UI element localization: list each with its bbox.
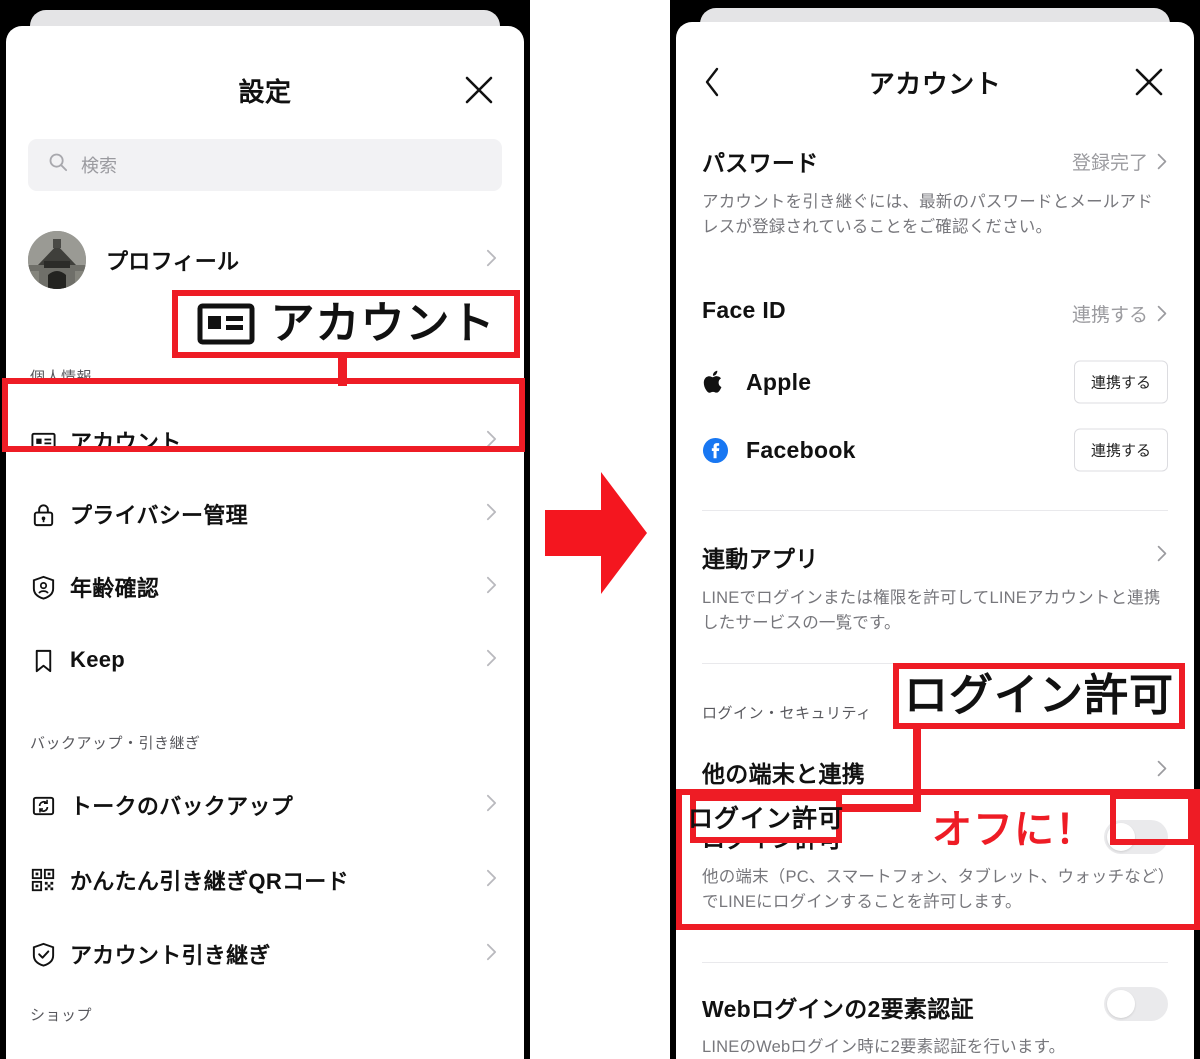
list-item-password[interactable]: パスワード 登録完了 アカウントを引き継ぐには、最新のパスワードとメールアドレス… (702, 144, 1168, 240)
screenshot-root: 設定 検索 プロフィール 個人情報 アカウント プライバシー管理 年齢確認 Ke… (0, 0, 1200, 1059)
shield-check-icon (30, 941, 70, 968)
close-icon[interactable] (1132, 65, 1166, 99)
group-label-login-security: ログイン・セキュリティ (702, 705, 872, 722)
sidebar-item-label: Keep (70, 647, 125, 672)
right-arrow-icon (543, 466, 649, 600)
sidebar-item-privacy[interactable]: プライバシー管理 (6, 487, 524, 541)
group-label-shop: ショップ (30, 1007, 93, 1024)
callout-login-permission-inline: ログイン許可 (688, 795, 845, 843)
bookmark-icon (30, 647, 70, 674)
chevron-right-icon (1156, 759, 1168, 778)
left-phone-panel: 設定 検索 プロフィール 個人情報 アカウント プライバシー管理 年齢確認 Ke… (0, 0, 530, 1059)
chevron-right-icon (485, 575, 498, 600)
chevron-right-icon (485, 868, 498, 893)
profile-label: プロフィール (106, 249, 240, 274)
linked-apps-description: LINEでログインまたは権限を許可してLINEアカウントと連携したサービスの一覧… (702, 589, 1161, 632)
web-2fa-description: LINEのWebログイン時に2要素認証を行います。 ※2要素認証が必須となるサー… (702, 1038, 1066, 1056)
callout-account: アカウント (172, 290, 520, 358)
annotation-turn-off-label: オフに！ (932, 808, 1096, 852)
face-id-status: 連携する (1072, 300, 1168, 327)
toggle-knob (1107, 990, 1135, 1018)
sidebar-item-label: トークのバックアップ (70, 794, 294, 819)
person-shield-icon (30, 574, 70, 601)
chevron-right-icon (485, 793, 498, 818)
web-2fa-title: Webログインの2要素認証 (702, 996, 974, 1022)
list-item-face-id[interactable]: Face ID 連携する (702, 297, 1168, 327)
sidebar-item-label: かんたん引き継ぎQRコード (70, 869, 349, 894)
callout-login-text: ログイン許可 (904, 671, 1174, 720)
sidebar-item-chat-backup[interactable]: トークのバックアップ (6, 778, 524, 832)
linked-apps-title: 連動アプリ (702, 546, 819, 572)
list-item-other-device[interactable]: 他の端末と連携 (702, 755, 1168, 789)
chevron-right-icon (485, 248, 498, 273)
close-icon[interactable] (462, 73, 496, 107)
annotation-connector-right-vertical (913, 722, 921, 812)
facebook-link-button[interactable]: 連携する (1073, 428, 1168, 472)
password-title: パスワード (702, 150, 819, 176)
search-icon (48, 152, 69, 178)
sidebar-item-account-transfer[interactable]: アカウント引き継ぎ (6, 927, 524, 981)
chevron-right-icon (1156, 544, 1168, 563)
facebook-label: Facebook (746, 436, 856, 463)
sidebar-item-label: プライバシー管理 (70, 503, 248, 528)
web-2fa-toggle[interactable] (1104, 987, 1168, 1021)
password-description: アカウントを引き継ぐには、最新のパスワードとメールアドレスが登録されていることを… (702, 193, 1153, 236)
annotation-connector-right-horizontal (838, 804, 921, 812)
account-card-icon (197, 302, 255, 346)
other-device-title: 他の端末と連携 (702, 761, 866, 787)
page-title: 設定 (238, 76, 292, 107)
page-title: アカウント (868, 68, 1002, 99)
sidebar-item-keep[interactable]: Keep (6, 633, 524, 687)
lock-icon (30, 501, 70, 528)
apple-label: Apple (746, 368, 812, 395)
callout-login-inline-text: ログイン許可 (688, 804, 845, 833)
apple-link-button[interactable]: 連携する (1073, 360, 1168, 404)
password-status: 登録完了 (1072, 148, 1168, 175)
chevron-right-icon (485, 942, 498, 967)
chevron-left-icon[interactable] (702, 65, 732, 99)
face-id-title: Face ID (702, 297, 786, 323)
sidebar-item-label: 年齢確認 (70, 576, 160, 601)
search-input[interactable]: 検索 (28, 139, 502, 191)
callout-account-text: アカウント (270, 299, 496, 348)
divider (702, 962, 1168, 963)
apple-icon (702, 368, 746, 396)
sidebar-item-qr-transfer[interactable]: かんたん引き継ぎQRコード (6, 853, 524, 907)
group-label-backup: バックアップ・引き継ぎ (30, 735, 201, 752)
list-item-profile[interactable]: プロフィール (6, 232, 524, 288)
qr-code-icon (30, 867, 70, 893)
settings-header: 設定 (6, 64, 524, 116)
sidebar-item-label: アカウント引き継ぎ (70, 943, 271, 968)
search-placeholder: 検索 (81, 156, 117, 176)
list-item-linked-apps[interactable]: 連動アプリ LINEでログインまたは権限を許可してLINEアカウントと連携したサ… (702, 540, 1168, 636)
list-item-apple: Apple 連携する (702, 359, 1168, 405)
backup-icon (30, 792, 70, 819)
divider (702, 510, 1168, 511)
list-item-facebook: Facebook 連携する (702, 427, 1168, 473)
chevron-right-icon (485, 648, 498, 673)
account-header: アカウント (676, 56, 1194, 108)
list-item-web-2fa: Webログインの2要素認証 LINEのWebログイン時に2要素認証を行います。 … (702, 990, 1168, 1059)
chevron-right-icon (485, 502, 498, 527)
annotation-box-account-row (2, 378, 525, 452)
settings-sheet: 設定 検索 プロフィール 個人情報 アカウント プライバシー管理 年齢確認 Ke… (6, 26, 524, 1059)
annotation-box-toggle (1110, 793, 1194, 845)
facebook-icon (702, 437, 746, 464)
sidebar-item-age-verification[interactable]: 年齢確認 (6, 560, 524, 614)
callout-login-permission: ログイン許可 (893, 663, 1185, 729)
